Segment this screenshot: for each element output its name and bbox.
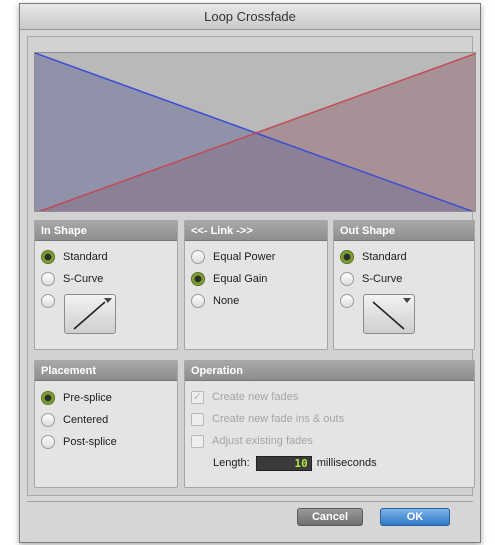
placement-panel: Placement Pre-splice Centered Post-splic… xyxy=(34,360,178,488)
in-shape-curve-picker-button[interactable] xyxy=(64,294,116,334)
length-input[interactable]: 10 xyxy=(255,455,312,471)
operation-panel: Operation ✓ Create new fades Create new … xyxy=(184,360,475,488)
length-label: Length: xyxy=(213,457,250,469)
link-equal-power-option[interactable]: Equal Power xyxy=(191,249,275,265)
in-shape-s-curve-radio[interactable] xyxy=(41,272,55,286)
out-shape-standard-label: Standard xyxy=(362,251,407,263)
placement-pre-splice-option[interactable]: Pre-splice xyxy=(41,390,112,406)
adjust-existing-fades-checkbox[interactable] xyxy=(191,434,204,448)
placement-post-splice-radio[interactable] xyxy=(41,435,55,449)
out-shape-s-curve-option[interactable]: S-Curve xyxy=(340,271,402,287)
in-shape-header: In Shape xyxy=(35,221,177,241)
create-new-fades-option[interactable]: ✓ Create new fades xyxy=(191,389,298,405)
link-equal-power-radio[interactable] xyxy=(191,250,205,264)
out-shape-standard-option[interactable]: Standard xyxy=(340,249,407,265)
placement-post-splice-label: Post-splice xyxy=(63,436,117,448)
in-shape-standard-radio[interactable] xyxy=(41,250,55,264)
operation-header: Operation xyxy=(185,361,474,381)
cancel-button[interactable]: Cancel xyxy=(297,508,363,526)
placement-centered-option[interactable]: Centered xyxy=(41,412,108,428)
in-shape-s-curve-option[interactable]: S-Curve xyxy=(41,271,103,287)
out-shape-s-curve-label: S-Curve xyxy=(362,273,403,285)
link-none-label: None xyxy=(213,295,240,307)
in-shape-custom-radio[interactable] xyxy=(41,294,55,308)
crossfade-graph xyxy=(34,52,476,212)
window-title: Loop Crossfade xyxy=(20,4,480,30)
placement-pre-splice-label: Pre-splice xyxy=(63,392,112,404)
link-header: <<- Link ->> xyxy=(185,221,327,241)
create-new-fade-ins-outs-label: Create new fade ins & outs xyxy=(212,413,345,425)
in-shape-s-curve-label: S-Curve xyxy=(63,273,104,285)
in-shape-custom-option[interactable] xyxy=(41,293,55,309)
link-equal-power-label: Equal Power xyxy=(213,251,276,263)
placement-post-splice-option[interactable]: Post-splice xyxy=(41,434,117,450)
in-shape-standard-option[interactable]: Standard xyxy=(41,249,108,265)
chevron-down-icon xyxy=(104,298,112,303)
create-new-fades-checkbox[interactable]: ✓ xyxy=(191,390,204,404)
create-new-fade-ins-outs-checkbox[interactable] xyxy=(191,412,204,426)
out-shape-standard-radio[interactable] xyxy=(340,250,354,264)
placement-centered-label: Centered xyxy=(63,414,109,426)
length-unit-label: milliseconds xyxy=(316,457,377,469)
placement-pre-splice-radio[interactable] xyxy=(41,391,55,405)
link-equal-gain-radio[interactable] xyxy=(191,272,205,286)
placement-centered-radio[interactable] xyxy=(41,413,55,427)
out-shape-custom-radio[interactable] xyxy=(340,294,354,308)
out-shape-header: Out Shape xyxy=(334,221,474,241)
create-new-fades-label: Create new fades xyxy=(212,391,299,403)
link-equal-gain-option[interactable]: Equal Gain xyxy=(191,271,267,287)
link-panel: <<- Link ->> Equal Power Equal Gain None xyxy=(184,220,328,350)
ok-button[interactable]: OK xyxy=(380,508,450,526)
out-shape-s-curve-radio[interactable] xyxy=(340,272,354,286)
out-shape-curve-picker-button[interactable] xyxy=(363,294,415,334)
placement-header: Placement xyxy=(35,361,177,381)
out-shape-custom-option[interactable] xyxy=(340,293,354,309)
in-shape-standard-label: Standard xyxy=(63,251,108,263)
in-shape-panel: In Shape Standard S-Curve xyxy=(34,220,178,350)
link-equal-gain-label: Equal Gain xyxy=(213,273,268,285)
out-shape-panel: Out Shape Standard S-Curve xyxy=(333,220,475,350)
length-row: Length: 10 milliseconds xyxy=(213,455,377,471)
chevron-down-icon xyxy=(403,298,411,303)
link-none-option[interactable]: None xyxy=(191,293,239,309)
adjust-existing-fades-option[interactable]: Adjust existing fades xyxy=(191,433,313,449)
adjust-existing-fades-label: Adjust existing fades xyxy=(212,435,313,447)
link-none-radio[interactable] xyxy=(191,294,205,308)
create-new-fade-ins-outs-option[interactable]: Create new fade ins & outs xyxy=(191,411,344,427)
crossfade-graph-svg xyxy=(35,53,475,211)
